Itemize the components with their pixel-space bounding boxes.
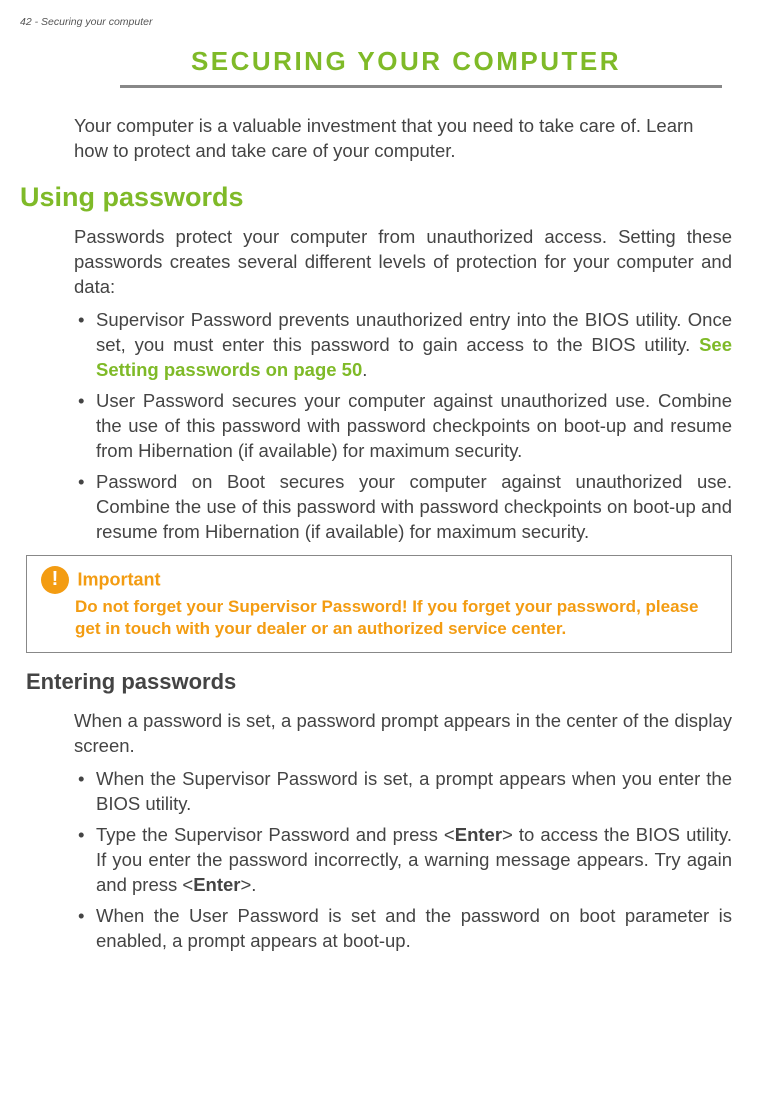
important-callout: ! Important Do not forget your Superviso…: [26, 555, 732, 653]
list-item: Password on Boot secures your computer a…: [74, 470, 732, 545]
key-enter: Enter: [193, 874, 240, 895]
callout-body: Do not forget your Supervisor Password! …: [75, 596, 717, 640]
list-item: Type the Supervisor Password and press <…: [74, 823, 732, 898]
bullet-text: .: [362, 359, 367, 380]
bullet-text: Type the Supervisor Password and press <: [96, 824, 455, 845]
bullet-text: Supervisor Password prevents unauthorize…: [96, 309, 732, 355]
section1-paragraph: Passwords protect your computer from una…: [74, 225, 732, 300]
subsection-heading-entering-passwords: Entering passwords: [26, 669, 732, 695]
page-header: 42 - Securing your computer: [20, 16, 732, 28]
section2-paragraph: When a password is set, a password promp…: [74, 709, 732, 759]
section-heading-using-passwords: Using passwords: [20, 182, 732, 213]
list-item: Supervisor Password prevents unauthorize…: [74, 308, 732, 383]
section1-bullet-list: Supervisor Password prevents unauthorize…: [74, 308, 732, 545]
chapter-divider: [120, 85, 722, 88]
intro-paragraph: Your computer is a valuable investment t…: [74, 114, 732, 164]
chapter-title: SECURING YOUR COMPUTER: [20, 46, 732, 77]
key-enter: Enter: [455, 824, 502, 845]
section2-bullet-list: When the Supervisor Password is set, a p…: [74, 767, 732, 954]
list-item: User Password secures your computer agai…: [74, 389, 732, 464]
bullet-text: >.: [241, 874, 257, 895]
alert-icon: !: [41, 566, 69, 594]
list-item: When the Supervisor Password is set, a p…: [74, 767, 732, 817]
list-item: When the User Password is set and the pa…: [74, 904, 732, 954]
callout-title: Important: [77, 569, 160, 589]
